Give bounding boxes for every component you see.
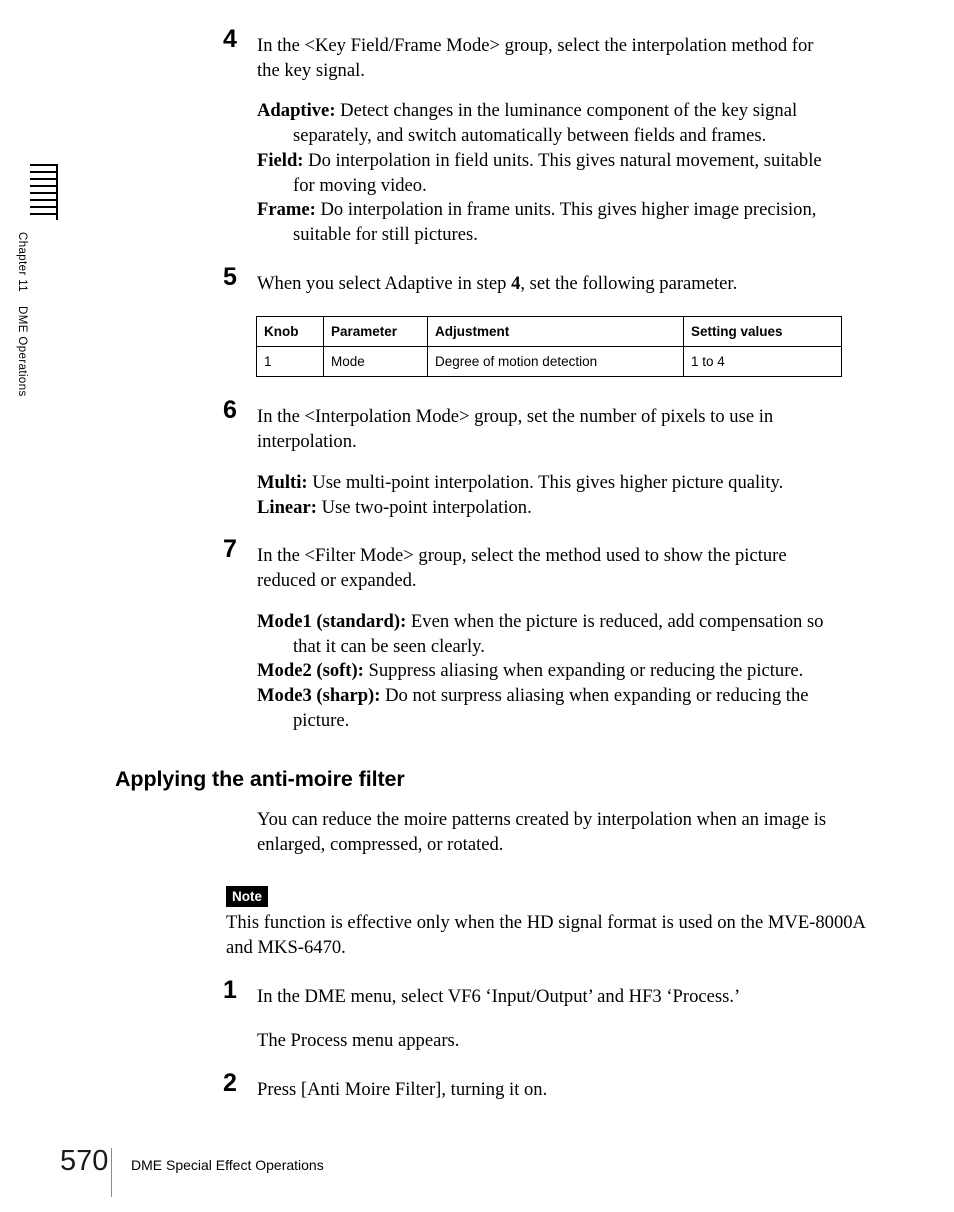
procedure-step-1-number: 1	[223, 975, 237, 1004]
definition-multi-term: Multi:	[257, 471, 308, 493]
table-cell-setting-values: 1 to 4	[683, 346, 842, 378]
procedure-step-2-text: Press [Anti Moire Filter], turning it on…	[257, 1079, 548, 1101]
definition-adaptive-desc: Detect changes in the luminance componen…	[293, 100, 798, 147]
definition-mode1: Mode1 (standard): Even when the picture …	[257, 610, 840, 659]
footer-running-title: DME Special Effect Operations	[131, 1157, 324, 1173]
table-header-parameter: Parameter	[323, 316, 428, 348]
definition-linear-desc: Use two-point interpolation.	[321, 496, 532, 518]
table-cell-parameter: Mode	[323, 346, 428, 378]
step-5: 5 When you select Adaptive in step 4, se…	[0, 264, 954, 297]
note-text: This function is effective only when the…	[226, 912, 865, 959]
step-7-text: In the <Filter Mode> group, select the m…	[257, 545, 787, 592]
definition-field-term: Field:	[257, 149, 304, 171]
table-header-knob: Knob	[256, 316, 324, 348]
definition-mode2-desc: Suppress aliasing when expanding or redu…	[368, 660, 804, 682]
step-7-number: 7	[223, 535, 237, 564]
table-cell-knob: 1	[256, 346, 324, 378]
definition-mode3-term: Mode3 (sharp):	[257, 684, 381, 706]
step-5-number: 5	[223, 262, 237, 291]
step-5-text-pre: When you select Adaptive in step	[257, 272, 512, 294]
note-badge-row: Note	[0, 885, 954, 908]
table-header-adjustment: Adjustment	[427, 316, 684, 348]
procedure-step-1-text: In the DME menu, select VF6 ‘Input/Outpu…	[257, 985, 741, 1007]
definition-mode2-term: Mode2 (soft):	[257, 660, 364, 682]
definition-frame-term: Frame:	[257, 199, 316, 221]
step-7-definitions: Mode1 (standard): Even when the picture …	[0, 610, 954, 734]
table-header-setting-values: Setting values	[683, 316, 842, 348]
table-cell-adjustment: Degree of motion detection	[427, 346, 684, 378]
definition-mode1-term: Mode1 (standard):	[257, 610, 407, 632]
definition-multi-desc: Use multi-point interpolation. This give…	[312, 471, 784, 493]
procedure-step-1: 1 In the DME menu, select VF6 ‘Input/Out…	[0, 977, 954, 1010]
page-footer: 570 DME Special Effect Operations	[0, 1145, 954, 1205]
section-heading: Applying the anti-moire filter	[115, 767, 405, 792]
step-4-number: 4	[223, 25, 237, 53]
step-7: 7 In the <Filter Mode> group, select the…	[0, 537, 954, 593]
procedure-step-1-result: The Process menu appears.	[257, 1030, 460, 1052]
definition-mode3: Mode3 (sharp): Do not surpress aliasing …	[257, 684, 840, 733]
step-6-definitions: Multi: Use multi-point interpolation. Th…	[0, 471, 954, 520]
definition-adaptive-term: Adaptive:	[257, 100, 336, 122]
definition-frame-desc: Do interpolation in frame units. This gi…	[293, 199, 817, 246]
step-4-text: In the <Key Field/Frame Mode> group, sel…	[257, 35, 814, 81]
step-4: 4 In the <Key Field/Frame Mode> group, s…	[0, 27, 954, 83]
parameter-table-container: Knob Parameter Adjustment Setting values…	[0, 316, 954, 378]
note-badge: Note	[226, 885, 268, 908]
step-6-text: In the <Interpolation Mode> group, set t…	[257, 406, 774, 453]
definition-field: Field: Do interpolation in field units. …	[257, 149, 840, 198]
step-5-text-bold: 4	[511, 272, 521, 294]
definition-frame: Frame: Do interpolation in frame units. …	[257, 198, 840, 247]
table-row: 1 Mode Degree of motion detection 1 to 4	[256, 346, 842, 378]
definition-multi: Multi: Use multi-point interpolation. Th…	[257, 471, 840, 496]
table-header-row: Knob Parameter Adjustment Setting values	[256, 316, 842, 348]
definition-adaptive: Adaptive: Detect changes in the luminanc…	[257, 99, 840, 148]
definition-mode2: Mode2 (soft): Suppress aliasing when exp…	[257, 659, 840, 684]
page-number: 570	[60, 1145, 109, 1177]
step-5-text: When you select Adaptive in step 4, set …	[257, 272, 840, 297]
procedure-step-2: 2 Press [Anti Moire Filter], turning it …	[0, 1071, 954, 1103]
parameter-table: Knob Parameter Adjustment Setting values…	[256, 316, 842, 378]
definition-linear-term: Linear:	[257, 496, 317, 518]
procedure-step-2-number: 2	[223, 1069, 237, 1098]
step-6-number: 6	[223, 396, 237, 425]
step-6: 6 In the <Interpolation Mode> group, set…	[0, 398, 954, 454]
definition-field-desc: Do interpolation in field units. This gi…	[293, 149, 822, 196]
step-4-definitions: Adaptive: Detect changes in the luminanc…	[0, 99, 954, 247]
definition-linear: Linear: Use two-point interpolation.	[257, 496, 840, 521]
page-content: 4 In the <Key Field/Frame Mode> group, s…	[0, 0, 954, 1103]
section-intro-paragraph: You can reduce the moire patterns create…	[257, 809, 827, 856]
step-5-text-post: , set the following parameter.	[520, 272, 738, 294]
footer-divider	[111, 1148, 112, 1197]
